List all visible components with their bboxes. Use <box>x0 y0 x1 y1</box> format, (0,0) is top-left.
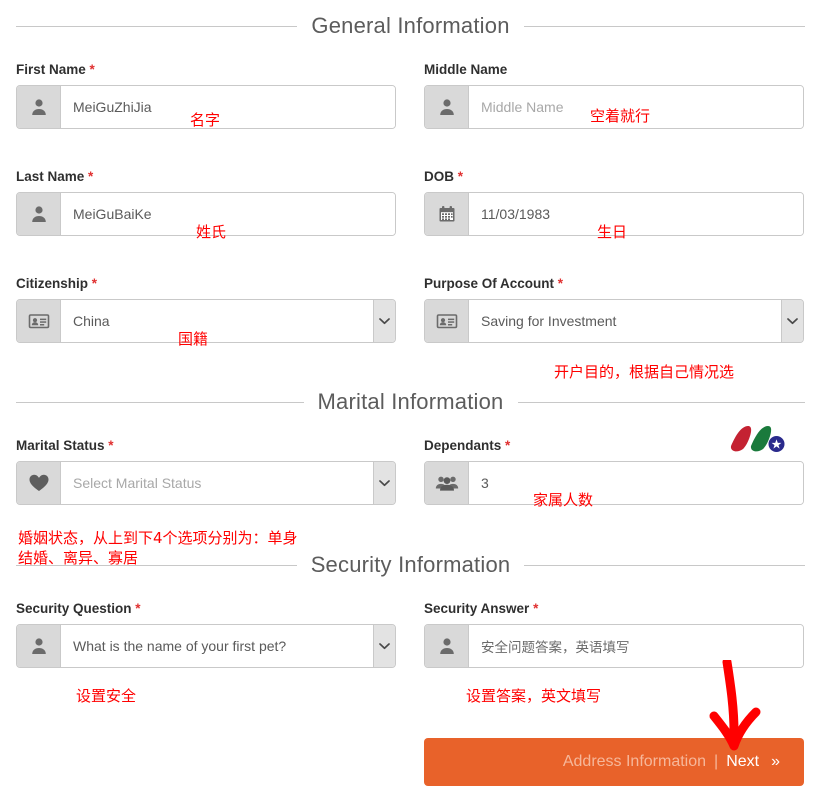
label-dob: DOB * <box>424 169 464 184</box>
security-question-select[interactable]: What is the name of your first pet? <box>61 625 373 667</box>
input-group-security-answer[interactable]: 安全问题答案，英语填写 <box>424 624 804 668</box>
calendar-icon[interactable] <box>425 193 469 235</box>
divider-left <box>16 401 304 403</box>
first-name-input[interactable]: MeiGuZhiJia <box>61 86 395 128</box>
user-icon <box>17 625 61 667</box>
dob-input[interactable]: 11/03/1983 <box>469 193 803 235</box>
divider-right <box>523 25 806 27</box>
field-marital-status: Marital Status * Select Marital Status <box>16 438 396 505</box>
id-card-icon <box>425 300 469 342</box>
field-security-answer: Security Answer * 安全问题答案，英语填写 <box>424 601 804 668</box>
user-icon <box>425 625 469 667</box>
field-purpose-of-account: Purpose Of Account * Saving for Investme… <box>424 276 804 343</box>
annotation-last-name: 姓氏 <box>196 223 227 241</box>
field-security-question: Security Question * What is the name of … <box>16 601 396 668</box>
next-button-prefix: Address Information <box>562 753 707 770</box>
annotation-citizenship: 国籍 <box>178 330 209 348</box>
divider-right <box>517 401 806 403</box>
account-registration-form: General Information First Name * MeiGuZh… <box>0 0 821 794</box>
section-header-general: General Information <box>16 13 806 39</box>
marital-status-select[interactable]: Select Marital Status <box>61 462 373 504</box>
heart-icon <box>17 462 61 504</box>
chevron-down-icon[interactable] <box>373 462 395 504</box>
input-group-marital-status[interactable]: Select Marital Status <box>16 461 396 505</box>
label-citizenship: Citizenship * <box>16 276 98 291</box>
annotation-first-name: 名字 <box>190 111 221 129</box>
users-icon <box>425 462 469 504</box>
input-group-security-question[interactable]: What is the name of your first pet? <box>16 624 396 668</box>
section-title-marital: Marital Information <box>317 389 504 414</box>
last-name-input[interactable]: MeiGuBaiKe <box>61 193 395 235</box>
annotation-purpose-of-account: 开户目的，根据自己情况选 <box>554 363 735 381</box>
divider-left <box>16 25 298 27</box>
citizenship-select[interactable]: China <box>61 300 373 342</box>
annotation-security-answer: 设置答案，英文填写 <box>466 687 602 705</box>
label-marital-status: Marital Status * <box>16 438 114 453</box>
annotation-middle-name: 空着就行 <box>590 107 651 125</box>
section-title-security: Security Information <box>310 552 511 577</box>
label-purpose-of-account: Purpose Of Account * <box>424 276 564 291</box>
section-header-marital: Marital Information <box>16 389 806 415</box>
label-middle-name: Middle Name <box>424 62 508 77</box>
annotation-dob: 生日 <box>597 223 628 241</box>
annotation-dependants: 家属人数 <box>533 491 594 509</box>
divider-left <box>16 564 297 566</box>
user-icon <box>17 193 61 235</box>
chevron-down-icon[interactable] <box>373 625 395 667</box>
user-icon <box>425 86 469 128</box>
input-group-purpose-of-account[interactable]: Saving for Investment <box>424 299 804 343</box>
double-chevron-right-icon: » <box>771 753 780 770</box>
security-answer-input[interactable]: 安全问题答案，英语填写 <box>469 625 803 667</box>
next-button-label: Next <box>726 753 760 770</box>
label-dependants: Dependants * <box>424 438 511 453</box>
label-security-question: Security Question * <box>16 601 141 616</box>
user-icon <box>17 86 61 128</box>
section-header-security: Security Information <box>16 552 806 578</box>
dependants-input[interactable]: 3 <box>469 462 803 504</box>
field-dependants: Dependants * 3 <box>424 438 804 505</box>
label-last-name: Last Name * <box>16 169 94 184</box>
label-first-name: First Name * <box>16 62 95 77</box>
chevron-down-icon[interactable] <box>781 300 803 342</box>
purpose-of-account-select[interactable]: Saving for Investment <box>469 300 781 342</box>
next-button-separator: | <box>714 753 719 770</box>
divider-right <box>524 564 806 566</box>
id-card-icon <box>17 300 61 342</box>
section-title-general: General Information <box>311 13 510 38</box>
next-button[interactable]: Address Information | Next » <box>424 738 804 786</box>
label-security-answer: Security Answer * <box>424 601 539 616</box>
chevron-down-icon[interactable] <box>373 300 395 342</box>
annotation-security-question: 设置安全 <box>76 687 137 705</box>
input-group-dependants[interactable]: 3 <box>424 461 804 505</box>
